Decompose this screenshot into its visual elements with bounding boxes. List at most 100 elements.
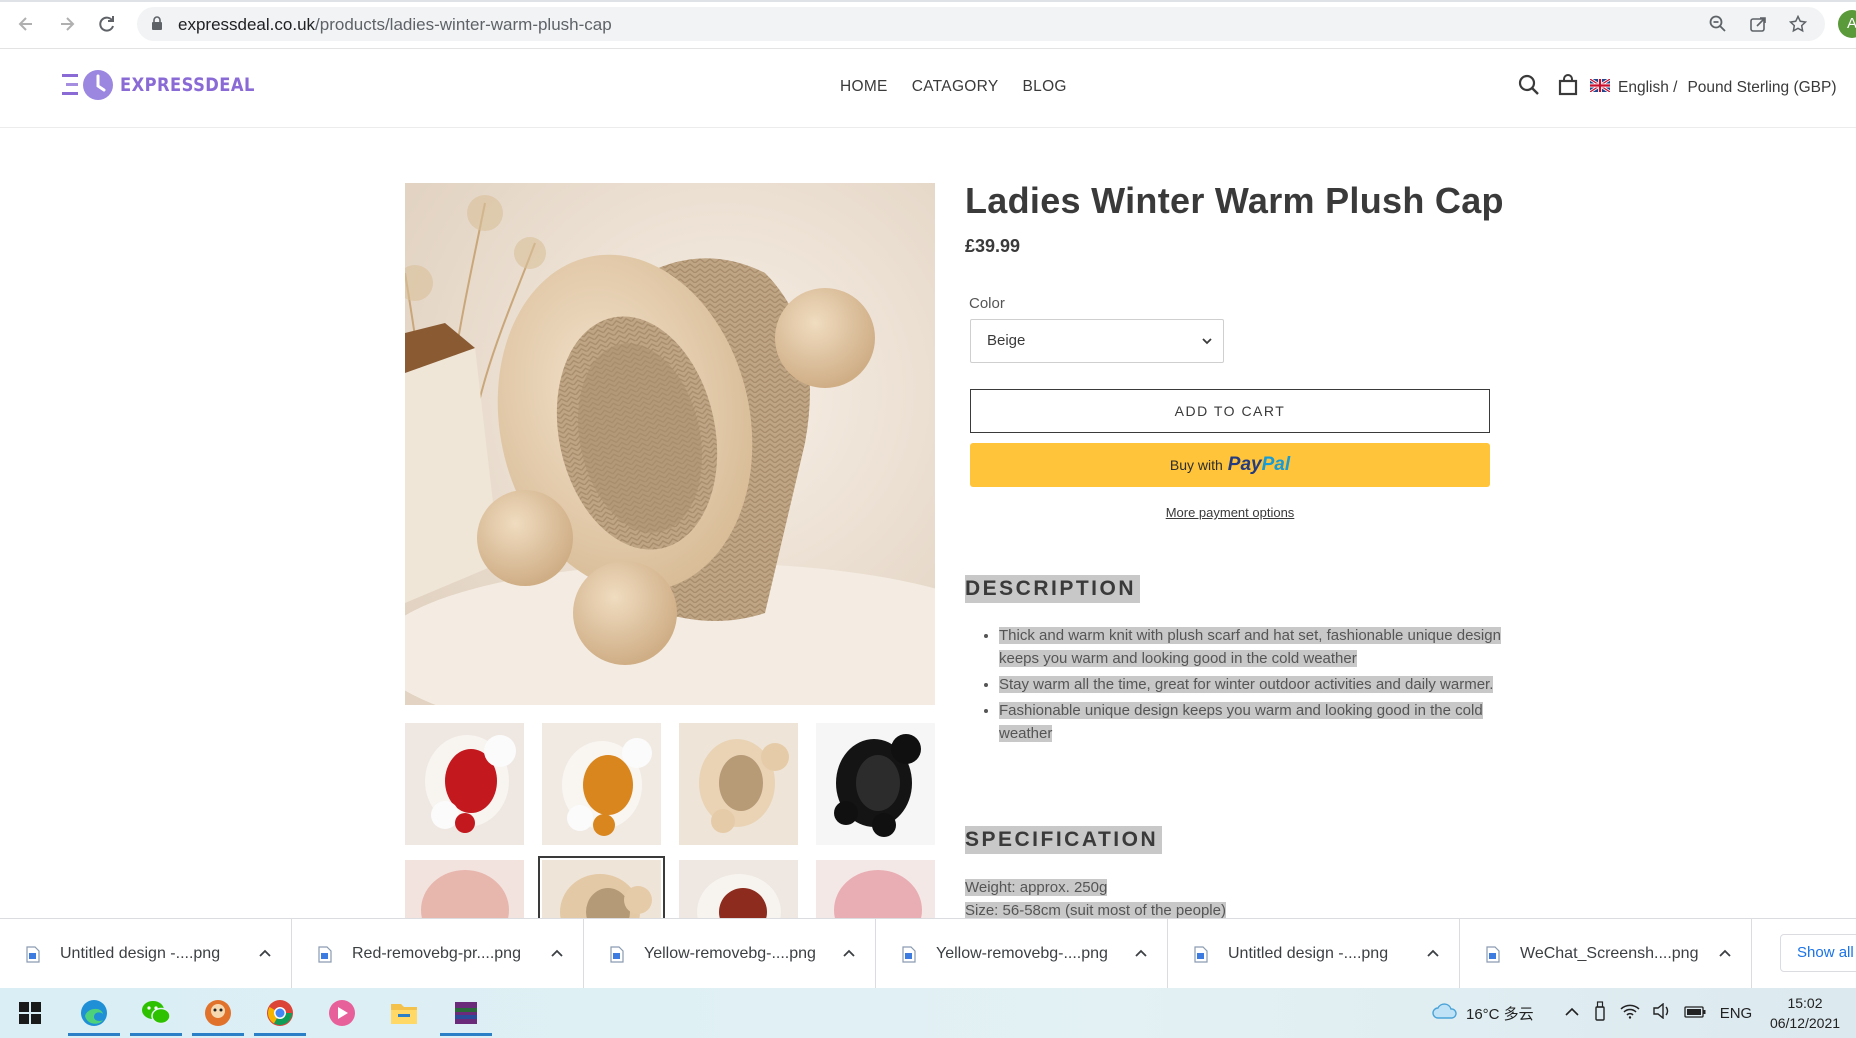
menu-lines-icon: [62, 74, 78, 95]
edge-browser-icon[interactable]: [68, 995, 120, 1036]
paypal-logo-pal: Pal: [1261, 454, 1291, 475]
bookmark-star-icon[interactable]: [1788, 14, 1808, 38]
battery-icon[interactable]: [1684, 1005, 1706, 1022]
product-title: Ladies Winter Warm Plush Cap: [965, 180, 1504, 221]
chevron-up-icon[interactable]: [1718, 946, 1732, 965]
reload-icon[interactable]: [95, 12, 119, 36]
thumbnail-orange[interactable]: [542, 723, 661, 845]
profile-avatar[interactable]: A: [1838, 10, 1856, 38]
more-payment-options-link[interactable]: More payment options: [970, 505, 1490, 520]
url-text: expressdeal.co.uk/products/ladies-winter…: [178, 15, 612, 34]
download-item[interactable]: Red-removebg-pr....png: [292, 919, 584, 989]
clock-logo-icon: [83, 70, 113, 100]
show-all-downloads-button[interactable]: Show all: [1780, 934, 1856, 972]
share-icon[interactable]: [1749, 15, 1767, 38]
weather-cloud-icon[interactable]: [1432, 1002, 1458, 1024]
description-item: Fashionable unique design keeps you warm…: [999, 699, 1539, 745]
image-file-icon: [610, 946, 624, 968]
description-list: Thick and warm knit with plush scarf and…: [965, 624, 1539, 748]
clock-date: 06/12/2021: [1769, 1015, 1841, 1031]
thumbnail-beige[interactable]: [679, 723, 798, 845]
zoom-icon[interactable]: [1709, 15, 1727, 38]
system-clock[interactable]: 15:02 06/12/2021: [1760, 993, 1850, 1033]
paypal-logo-pay: Pay: [1227, 454, 1262, 475]
logo-text: EXPRESSDEAL: [120, 74, 255, 96]
header-actions: English / Pound Sterling (GBP): [1518, 74, 1837, 101]
chevron-up-icon[interactable]: [1134, 946, 1148, 965]
chevron-up-icon[interactable]: [1426, 946, 1440, 965]
download-item[interactable]: WeChat_Screensh....png: [1460, 919, 1752, 989]
chevron-up-icon[interactable]: [550, 946, 564, 965]
image-file-icon: [1486, 946, 1500, 968]
download-item[interactable]: Untitled design -....png: [1168, 919, 1460, 989]
site-logo[interactable]: EXPRESSDEAL: [60, 69, 277, 101]
address-bar[interactable]: expressdeal.co.uk/products/ladies-winter…: [137, 7, 1825, 41]
uk-flag-icon: [1589, 77, 1611, 97]
download-filename: Yellow-removebg-....png: [936, 945, 1108, 962]
nav-blog[interactable]: BLOG: [1023, 78, 1067, 96]
search-icon[interactable]: [1518, 74, 1540, 101]
thumbnail-red[interactable]: [405, 723, 524, 845]
spec-weight: Weight: approx. 250g: [965, 879, 1108, 896]
download-item[interactable]: Yellow-removebg-....png: [876, 919, 1168, 989]
download-filename: Untitled design -....png: [1228, 945, 1389, 962]
downloads-bar: Untitled design -....png Red-removebg-pr…: [0, 918, 1856, 989]
product-main-image[interactable]: [405, 183, 935, 705]
image-file-icon: [318, 946, 332, 968]
video-app-icon[interactable]: [324, 995, 360, 1031]
language-selector[interactable]: English /: [1618, 79, 1677, 97]
chrome-icon[interactable]: [254, 995, 306, 1036]
specification-text: Weight: approx. 250g Size: 56-58cm (suit…: [965, 876, 1226, 922]
image-file-icon: [902, 946, 916, 968]
game-app-icon[interactable]: [192, 995, 244, 1036]
paypal-prefix: Buy with: [1169, 457, 1223, 473]
download-filename: Untitled design -....png: [60, 945, 221, 962]
currency-selector[interactable]: Pound Sterling (GBP): [1687, 79, 1836, 97]
download-item[interactable]: Yellow-removebg-....png: [584, 919, 876, 989]
archive-app-icon[interactable]: [440, 995, 492, 1036]
windows-start-icon[interactable]: [12, 995, 48, 1031]
download-filename: Yellow-removebg-....png: [644, 945, 816, 962]
description-heading: DESCRIPTION: [965, 575, 1141, 603]
wechat-icon[interactable]: [130, 995, 182, 1036]
site-header: EXPRESSDEAL HOME CATAGORY BLOG English /…: [0, 49, 1856, 128]
nav-home[interactable]: HOME: [840, 78, 888, 96]
volume-icon[interactable]: [1652, 1002, 1672, 1023]
windows-taskbar: 16°C 多云 ENG 15:02 06/12/2021: [0, 988, 1856, 1038]
color-select[interactable]: Beige: [970, 319, 1224, 363]
specification-heading: SPECIFICATION: [965, 826, 1163, 854]
forward-icon[interactable]: [55, 12, 79, 36]
image-file-icon: [26, 946, 40, 968]
back-icon[interactable]: [14, 12, 38, 36]
input-language-indicator[interactable]: ENG: [1720, 1005, 1753, 1022]
cart-bag-icon[interactable]: [1558, 74, 1578, 101]
wifi-icon[interactable]: [1620, 1003, 1640, 1023]
weather-text[interactable]: 16°C 多云: [1466, 1003, 1534, 1024]
image-file-icon: [1194, 946, 1208, 968]
spec-size: Size: 56-58cm (suit most of the people): [965, 902, 1226, 919]
tab-strip-edge: [0, 0, 1856, 2]
product-price: £39.99: [965, 236, 1021, 256]
browser-toolbar: expressdeal.co.uk/products/ladies-winter…: [0, 0, 1856, 49]
download-filename: WeChat_Screensh....png: [1520, 945, 1699, 962]
description-item: Stay warm all the time, great for winter…: [999, 673, 1539, 696]
description-item: Thick and warm knit with plush scarf and…: [999, 624, 1539, 670]
system-tray: 16°C 多云 ENG: [1432, 988, 1752, 1038]
color-select-value: Beige: [987, 332, 1026, 349]
file-explorer-icon[interactable]: [386, 995, 422, 1031]
add-to-cart-button[interactable]: ADD TO CART: [970, 389, 1490, 433]
usb-icon[interactable]: [1594, 1001, 1606, 1025]
download-item[interactable]: Untitled design -....png: [0, 919, 292, 989]
chevron-up-icon[interactable]: [1564, 1005, 1580, 1022]
chevron-up-icon[interactable]: [842, 946, 856, 965]
lock-icon: [151, 16, 163, 36]
color-label: Color: [969, 295, 1005, 312]
chevron-down-icon: [1201, 334, 1213, 351]
paypal-button[interactable]: Buy with Pay Pal: [970, 443, 1490, 487]
download-filename: Red-removebg-pr....png: [352, 945, 521, 962]
clock-time: 15:02: [1787, 995, 1823, 1011]
thumbnail-black[interactable]: [816, 723, 935, 845]
nav-catagory[interactable]: CATAGORY: [912, 78, 999, 96]
main-navigation: HOME CATAGORY BLOG: [840, 78, 1091, 96]
chevron-up-icon[interactable]: [258, 946, 272, 965]
